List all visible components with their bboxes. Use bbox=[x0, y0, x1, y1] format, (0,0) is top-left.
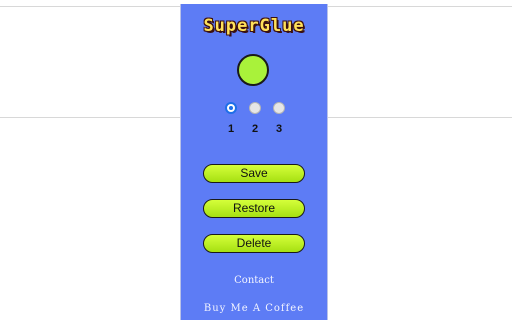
slot-selector: 1 2 3 bbox=[181, 102, 327, 142]
restore-button[interactable]: Restore bbox=[203, 199, 305, 218]
slot-label-1: 1 bbox=[227, 123, 235, 135]
slot-label-3: 3 bbox=[275, 123, 283, 135]
delete-button[interactable]: Delete bbox=[203, 234, 305, 253]
contact-link[interactable]: Contact bbox=[181, 275, 327, 286]
slot-radio-1[interactable] bbox=[225, 102, 237, 114]
slot-label-2: 2 bbox=[251, 123, 259, 135]
save-button[interactable]: Save bbox=[203, 164, 305, 183]
color-swatch[interactable] bbox=[237, 54, 269, 86]
slot-radio-2[interactable] bbox=[249, 102, 261, 114]
slot-radio-3[interactable] bbox=[273, 102, 285, 114]
page: SuperGlue 1 2 3 Save Restore Delete Cont… bbox=[0, 0, 512, 320]
extension-popup: SuperGlue 1 2 3 Save Restore Delete Cont… bbox=[180, 4, 328, 320]
app-logo: SuperGlue bbox=[203, 16, 305, 36]
buy-me-a-coffee-link[interactable]: Buy Me A Coffee bbox=[181, 303, 327, 314]
